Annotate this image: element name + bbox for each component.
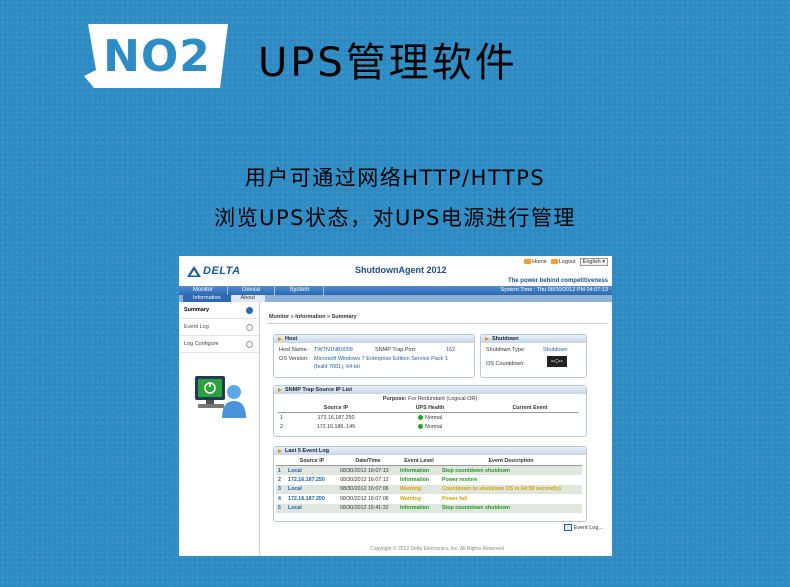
header-links: Home Logout English ▾ [524, 258, 608, 266]
home-icon [524, 259, 532, 265]
os-value-line2: (build 7601), 64-bit [314, 364, 360, 370]
purpose-value: For Redundant (Logical OR) [408, 396, 478, 402]
shutdown-type-label: Shutdown Type: [486, 347, 526, 353]
logo-text: DELTA [203, 265, 241, 277]
tab-about[interactable]: About [230, 295, 265, 302]
product-name: ShutdownAgent 2012 [355, 265, 447, 275]
subtitle-line-2: 浏览UPS状态，对UPS电源进行管理 [214, 206, 576, 230]
delta-logo: DELTA [187, 265, 241, 277]
system-time: System Time : Thu 08/30/2012 PM 04:07:13 [500, 287, 608, 293]
badge-number: NO2 [103, 30, 211, 82]
col-current-event: Current Event [482, 404, 578, 413]
events-table: Source IP Date/Time Event Level Event De… [276, 457, 582, 513]
events-title: Last 5 Event Log [285, 448, 330, 454]
table-row: 4 172.16.187.250 08/30/2012 16:07:06 Warnin… [278, 495, 468, 502]
home-link[interactable]: Home [524, 259, 547, 265]
col-event-description: Event Description [440, 457, 582, 466]
col-source-ip: Source IP [294, 404, 378, 413]
status-ok-icon [418, 424, 423, 430]
table-row: 3 Local 08/30/2012 16:07:06 Warning Countdow… [276, 484, 582, 495]
main-nav: Monitor Device System System Time : Thu … [179, 286, 612, 295]
nav-device[interactable]: Device [228, 286, 276, 295]
copyright: Copyright © 2012 Delta Electronics, Inc.… [370, 546, 504, 552]
countdown-label: OS Countdown: [486, 361, 525, 367]
event-log-link[interactable]: Event Log... [563, 524, 603, 531]
os-value-line1: Microsoft Windows 7 Enterprise Edition S… [314, 356, 448, 362]
host-name-value: TWTN1NB0058 [314, 347, 353, 353]
subtitle-line-1: 用户可通过网络HTTP/HTTPS [244, 166, 546, 190]
status-ok-icon [418, 414, 423, 420]
col-date-time: Date/Time [338, 457, 398, 466]
col-event-level: Event Level [398, 457, 440, 466]
logout-link[interactable]: Logout [550, 259, 576, 265]
nav-system[interactable]: System [275, 286, 325, 295]
shutdown-title: Shutdown [492, 336, 519, 342]
sidebar-item-summary[interactable]: Summary [179, 302, 259, 319]
nav-monitor[interactable]: Monitor [179, 286, 229, 295]
col-ups-health: UPS Health [378, 404, 482, 413]
sidebar-item-log-configure[interactable]: Log Configure [179, 336, 259, 353]
panel-arrow-icon [278, 337, 282, 341]
shutdown-panel: Shutdown Shutdown Type: Shutdown OS Coun… [480, 334, 587, 378]
language-select[interactable]: English ▾ [579, 258, 608, 266]
table-row: 1 172.16.187.250 Normal [280, 414, 443, 421]
countdown-display: --:-- [547, 356, 567, 367]
page-title: UPS管理软件 [258, 40, 518, 86]
event-log-panel: Last 5 Event Log Source IP Date/Time Eve… [273, 446, 587, 522]
table-row: 5 Local 08/30/2012 15:41:32 Information Stop… [276, 503, 582, 513]
panel-arrow-icon [278, 449, 282, 453]
delta-triangle-icon [187, 265, 201, 277]
col-source-ip: Source IP [286, 457, 338, 466]
host-title: Host [285, 336, 298, 342]
snmp-title: SNMP Trap Source IP List [285, 387, 353, 393]
snmp-port-label: SNMP Trap Port: [375, 347, 417, 353]
panel-arrow-icon [278, 388, 282, 392]
log-icon [563, 524, 572, 531]
computer-user-icon [195, 376, 246, 418]
tagline: The power behind competitiveness [507, 278, 608, 284]
radio-icon [246, 323, 253, 331]
selected-radio-icon [246, 306, 253, 314]
breadcrumb: Monitor » Information » Summary [269, 314, 357, 320]
app-header: DELTA ShutdownAgent 2012 Home Logout Eng… [179, 256, 612, 286]
snmp-table: Source IP UPS Health Current Event 1 172.… [278, 404, 578, 432]
host-panel: Host Host Name: TWTN1NB0058 SNMP Trap Po… [273, 334, 475, 378]
logout-icon [550, 259, 558, 265]
shutdown-type-value: Shutdown [543, 347, 568, 353]
table-row: 2 172.16.187.250 08/30/2012 16:07:12 Inform… [278, 477, 478, 484]
table-row: 2 172.16.186..145 Normal [280, 424, 443, 431]
tab-information[interactable]: Information [183, 295, 231, 302]
section-badge: NO2 [82, 20, 232, 92]
sidebar-item-event-log[interactable]: Event Log [179, 319, 259, 336]
snmp-panel: SNMP Trap Source IP List Purpose: For Re… [273, 385, 587, 437]
sidebar: Summary Event Log Log Configure [179, 302, 260, 556]
app-window: DELTA ShutdownAgent 2012 Home Logout Eng… [179, 256, 612, 556]
host-name-label: Host Name: [279, 347, 309, 353]
radio-icon [246, 340, 253, 348]
snmp-port-value: 162 [446, 347, 456, 353]
purpose-label: Purpose: [382, 396, 407, 402]
sub-tabs: Information About [179, 295, 612, 302]
table-row: 1 Local 08/30/2012 16:07:13 Information Stop… [276, 465, 582, 476]
main-content: Monitor » Information » Summary Host Hos… [267, 302, 607, 556]
panel-arrow-icon [485, 337, 489, 341]
os-label: OS Version: [279, 356, 309, 362]
